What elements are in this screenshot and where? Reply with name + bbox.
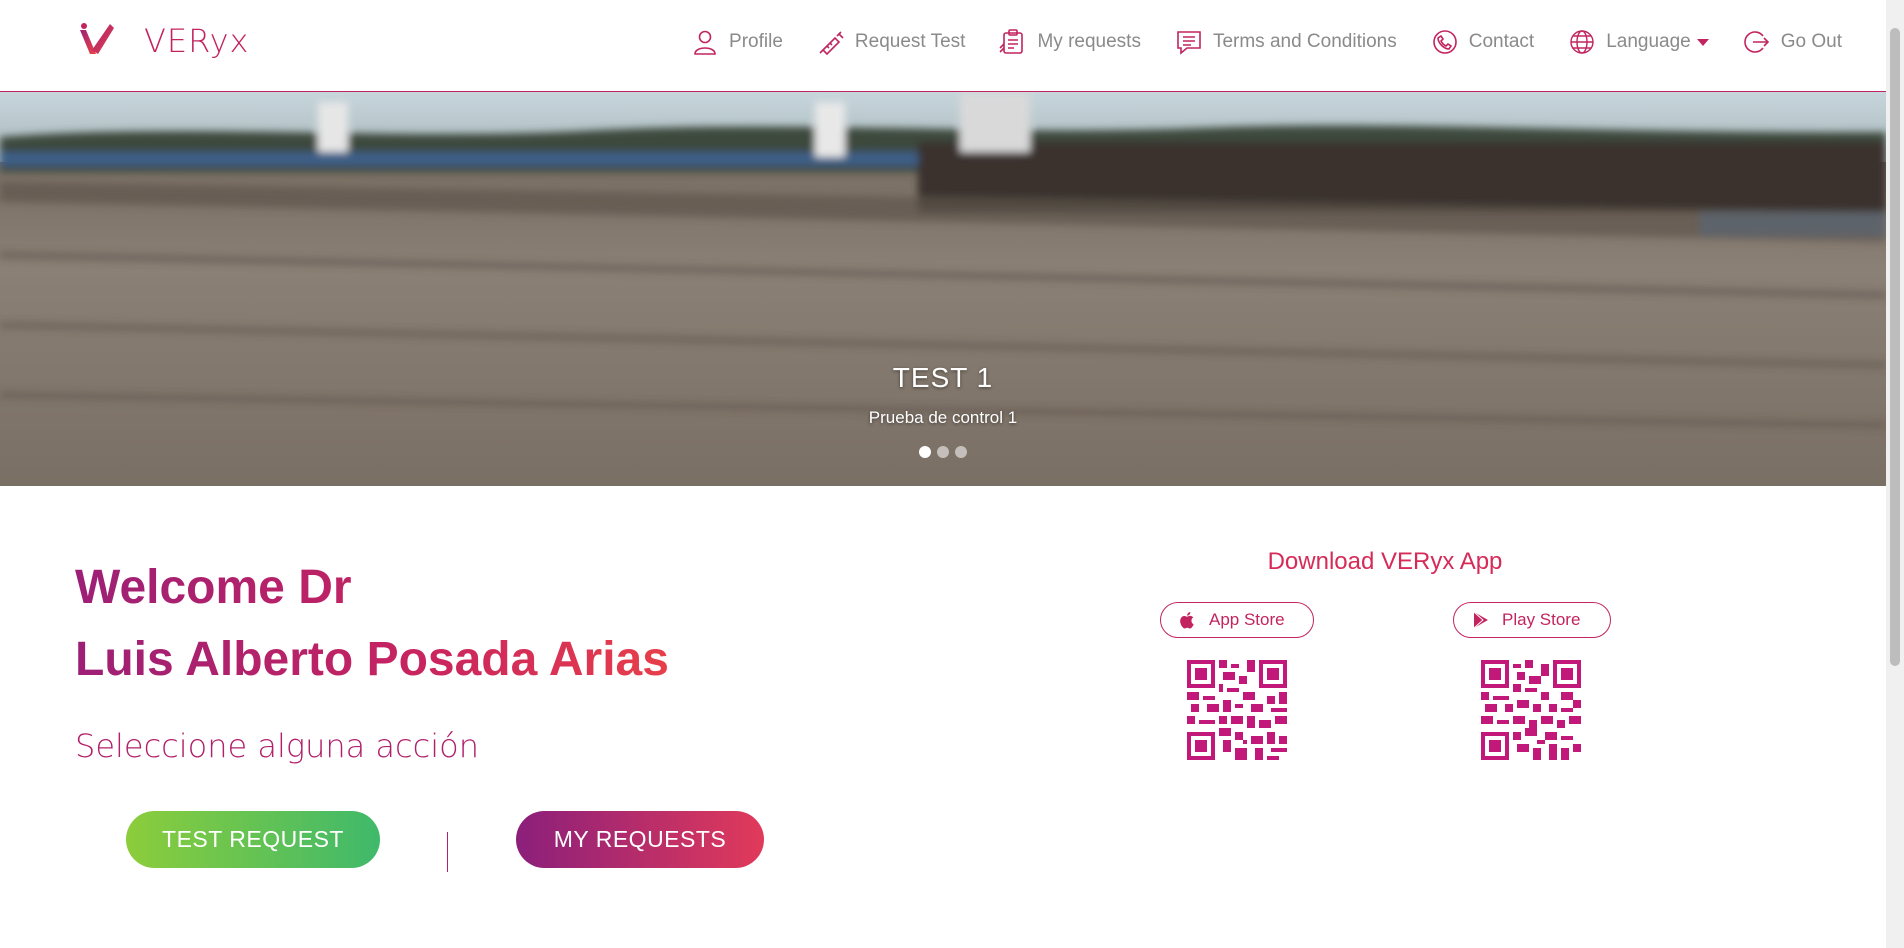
- nav-profile[interactable]: Profile: [691, 28, 783, 56]
- syringe-icon: [819, 31, 844, 56]
- nav-go-out[interactable]: Go Out: [1743, 28, 1842, 56]
- nav-request-test[interactable]: Request Test: [817, 28, 966, 56]
- hero-carousel[interactable]: TEST 1 Prueba de control 1: [0, 92, 1886, 486]
- play-store-qr-code[interactable]: [1481, 660, 1581, 760]
- nav-my-requests-label: My requests: [1037, 31, 1141, 52]
- nav-terms[interactable]: Terms and Conditions: [1175, 28, 1397, 56]
- play-store-icon: [1473, 611, 1488, 629]
- welcome-doctor-name: Luis Alberto Posada Arias: [75, 624, 715, 696]
- test-request-button[interactable]: TEST REQUEST: [126, 811, 380, 868]
- carousel-dot-1[interactable]: [919, 446, 931, 458]
- buttons-divider: [447, 832, 448, 872]
- download-app-section: Download VERyx App App Store Play Store: [1100, 548, 1670, 760]
- vertical-scrollbar[interactable]: [1886, 0, 1904, 948]
- brand[interactable]: VERyx: [76, 20, 249, 62]
- app-root: VERyx Profile Request Test My requests T…: [0, 0, 1904, 948]
- my-requests-button[interactable]: MY REQUESTS: [516, 811, 764, 868]
- brand-name: VERyx: [144, 22, 250, 60]
- hero-caption: TEST 1 Prueba de control 1: [0, 362, 1886, 458]
- welcome-heading: Welcome Dr Luis Alberto Posada Arias: [75, 552, 715, 696]
- message-icon: [1177, 31, 1201, 55]
- carousel-indicators: [0, 446, 1886, 458]
- nav-my-requests[interactable]: My requests: [999, 28, 1141, 56]
- main-nav: Profile Request Test My requests Terms a…: [657, 26, 1842, 58]
- veryx-logo-icon: [80, 23, 114, 54]
- carousel-dot-2[interactable]: [937, 446, 949, 458]
- phone-icon: [1432, 30, 1457, 54]
- nav-terms-label: Terms and Conditions: [1212, 31, 1397, 52]
- nav-contact-label: Contact: [1468, 31, 1535, 52]
- welcome-line-1: Welcome Dr: [75, 552, 715, 624]
- globe-icon: [1570, 30, 1594, 54]
- nav-go-out-label: Go Out: [1780, 31, 1842, 52]
- hero-title: TEST 1: [892, 362, 994, 393]
- scrollbar-thumb[interactable]: [1890, 28, 1900, 666]
- play-store-label: Play Store: [1502, 610, 1581, 629]
- top-header: VERyx Profile Request Test My requests T…: [0, 0, 1886, 92]
- action-prompt: Seleccione alguna acción: [75, 727, 479, 765]
- app-store-qr-code[interactable]: [1187, 660, 1287, 760]
- hero-subtitle: Prueba de control 1: [868, 408, 1018, 427]
- nav-language-label: Language: [1606, 31, 1691, 52]
- app-store-button[interactable]: App Store: [1160, 602, 1314, 638]
- clipboard-icon: [999, 29, 1024, 54]
- play-store-button[interactable]: Play Store: [1453, 602, 1611, 638]
- nav-profile-label: Profile: [729, 31, 783, 52]
- chevron-down-icon: [1696, 38, 1709, 46]
- download-title: Download VERyx App: [1267, 548, 1503, 575]
- apple-icon: [1180, 612, 1194, 629]
- carousel-dot-3[interactable]: [955, 446, 967, 458]
- user-icon: [694, 30, 716, 55]
- nav-contact[interactable]: Contact: [1431, 28, 1534, 56]
- nav-request-test-label: Request Test: [854, 31, 966, 52]
- app-store-label: App Store: [1209, 610, 1285, 629]
- nav-language[interactable]: Language: [1568, 28, 1709, 56]
- logout-icon: [1744, 31, 1769, 53]
